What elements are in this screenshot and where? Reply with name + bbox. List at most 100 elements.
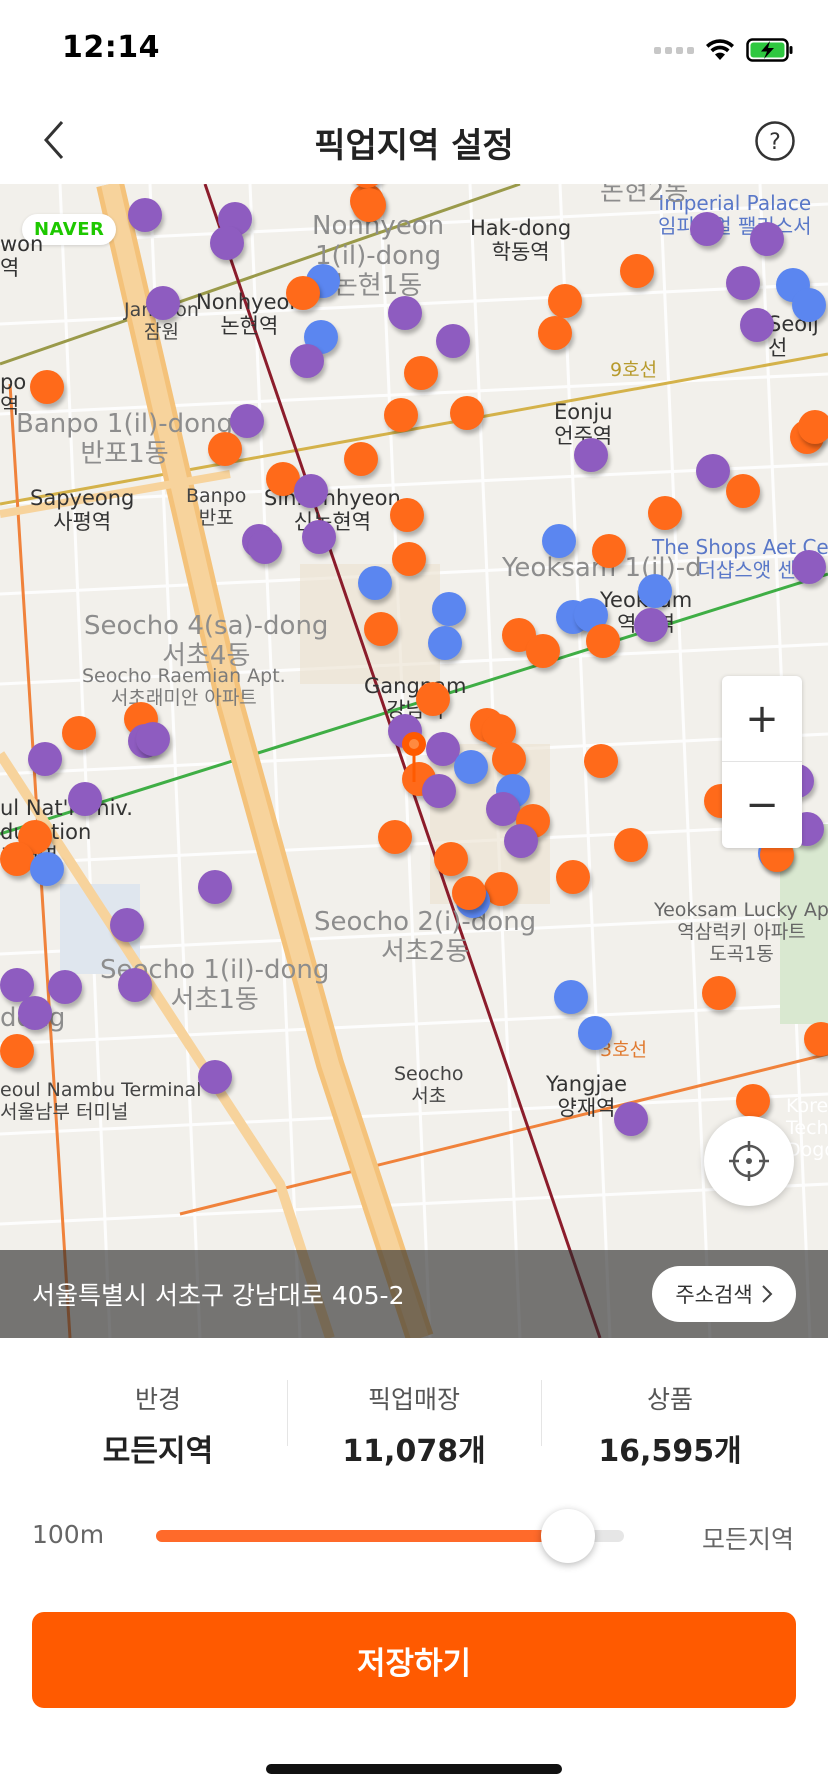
map-marker[interactable] — [352, 188, 386, 222]
map-marker[interactable] — [690, 212, 724, 246]
map-marker[interactable] — [384, 398, 418, 432]
map-label-won-left: won 역 — [0, 232, 44, 281]
map-marker[interactable] — [294, 474, 328, 508]
map-marker[interactable] — [432, 592, 466, 626]
map-marker[interactable] — [110, 908, 144, 942]
current-address: 서울특별시 서초구 강남대로 405-2 — [32, 1281, 405, 1310]
map-marker[interactable] — [620, 254, 654, 288]
map-marker[interactable] — [436, 324, 470, 358]
map-marker[interactable] — [454, 750, 488, 784]
map-marker[interactable] — [614, 1102, 648, 1136]
map-marker[interactable] — [68, 782, 102, 816]
svg-text:?: ? — [769, 130, 781, 155]
map-marker[interactable] — [344, 442, 378, 476]
map-marker[interactable] — [578, 1016, 612, 1050]
map-marker[interactable] — [492, 742, 526, 776]
map-marker[interactable] — [302, 520, 336, 554]
map-marker[interactable] — [614, 828, 648, 862]
map-marker[interactable] — [290, 344, 324, 378]
help-button[interactable]: ? — [752, 118, 798, 164]
zoom-in-button[interactable]: + — [722, 676, 802, 762]
map-marker[interactable] — [452, 876, 486, 910]
stat-radius-value: 모든지역 — [102, 1434, 214, 1469]
status-icons — [654, 36, 794, 64]
map-marker[interactable] — [30, 852, 64, 886]
map-label-seocho-ic: Seocho 서초 — [394, 1063, 464, 1107]
map-marker[interactable] — [136, 722, 170, 756]
map-marker[interactable] — [0, 842, 34, 876]
map-label-sapyeong: Sapyeong 사평역 — [30, 486, 135, 535]
map-marker[interactable] — [198, 870, 232, 904]
map-marker[interactable] — [30, 370, 64, 404]
map-marker[interactable] — [792, 288, 826, 322]
map-marker[interactable] — [574, 438, 608, 472]
zoom-control: + − — [722, 676, 802, 848]
map-marker[interactable] — [548, 284, 582, 318]
radius-slider[interactable] — [156, 1509, 624, 1563]
slider-max-label: 모든지역 — [701, 1525, 794, 1554]
address-search-button[interactable]: 주소검색 — [652, 1266, 796, 1322]
home-indicator — [266, 1764, 562, 1774]
map-marker[interactable] — [428, 626, 462, 660]
map-marker[interactable] — [364, 612, 398, 646]
help-icon: ? — [755, 121, 795, 161]
slider-thumb[interactable] — [540, 1509, 595, 1563]
map-marker[interactable] — [504, 824, 538, 858]
map-marker[interactable] — [792, 550, 826, 584]
map-marker[interactable] — [554, 980, 588, 1014]
map-marker[interactable] — [146, 286, 180, 320]
map-marker[interactable] — [416, 682, 450, 716]
map-marker[interactable] — [736, 1084, 770, 1118]
map-marker[interactable] — [450, 396, 484, 430]
map-marker[interactable] — [586, 624, 620, 658]
map-label-lucky: Yeoksam Lucky Ap 역삼럭키 아파트 도곡1동 — [654, 899, 828, 965]
map-marker[interactable] — [378, 820, 412, 854]
map-view[interactable]: NAVER Nonhyeon 1(il)-dong 논현1동 Hak-dong 학동역… — [0, 184, 828, 1338]
map-marker[interactable] — [286, 276, 320, 310]
map-marker[interactable] — [798, 410, 828, 444]
map-marker[interactable] — [702, 976, 736, 1010]
map-marker[interactable] — [592, 534, 626, 568]
map-label-line9: 9호선 — [610, 359, 658, 381]
map-marker[interactable] — [0, 1034, 34, 1068]
map-marker[interactable] — [726, 266, 760, 300]
map-marker[interactable] — [128, 198, 162, 232]
map-marker[interactable] — [538, 316, 572, 350]
map-marker[interactable] — [248, 530, 282, 564]
current-location-button[interactable] — [704, 1116, 794, 1206]
map-marker[interactable] — [542, 524, 576, 558]
map-marker[interactable] — [118, 968, 152, 1002]
zoom-out-button[interactable]: − — [722, 762, 802, 848]
map-marker[interactable] — [208, 432, 242, 466]
map-marker[interactable] — [358, 566, 392, 600]
map-marker[interactable] — [230, 404, 264, 438]
map-marker[interactable] — [526, 634, 560, 668]
stat-stores: 픽업매장 11,078개 — [286, 1380, 542, 1470]
map-marker[interactable] — [48, 970, 82, 1004]
map-marker[interactable] — [434, 842, 468, 876]
map-marker[interactable] — [726, 474, 760, 508]
map-marker[interactable] — [556, 860, 590, 894]
map-marker[interactable] — [198, 1060, 232, 1094]
map-marker[interactable] — [18, 996, 52, 1030]
map-marker[interactable] — [486, 792, 520, 826]
map-marker[interactable] — [388, 296, 422, 330]
map-marker[interactable] — [638, 574, 672, 608]
save-button[interactable]: 저장하기 — [32, 1612, 796, 1708]
map-label-hakdong: Hak-dong 학동역 — [470, 216, 572, 265]
map-marker[interactable] — [210, 226, 244, 260]
map-marker[interactable] — [404, 356, 438, 390]
map-label-banpo-ic: Banpo 반포 — [186, 485, 247, 529]
map-marker[interactable] — [28, 742, 62, 776]
map-marker[interactable] — [648, 496, 682, 530]
wifi-icon — [706, 39, 734, 60]
address-bar: 서울특별시 서초구 강남대로 405-2 주소검색 — [0, 1250, 828, 1338]
map-marker[interactable] — [740, 308, 774, 342]
map-marker[interactable] — [584, 744, 618, 778]
map-marker[interactable] — [750, 222, 784, 256]
map-marker[interactable] — [390, 498, 424, 532]
map-marker[interactable] — [392, 542, 426, 576]
map-marker[interactable] — [62, 716, 96, 750]
map-marker[interactable] — [634, 608, 668, 642]
map-marker[interactable] — [696, 454, 730, 488]
